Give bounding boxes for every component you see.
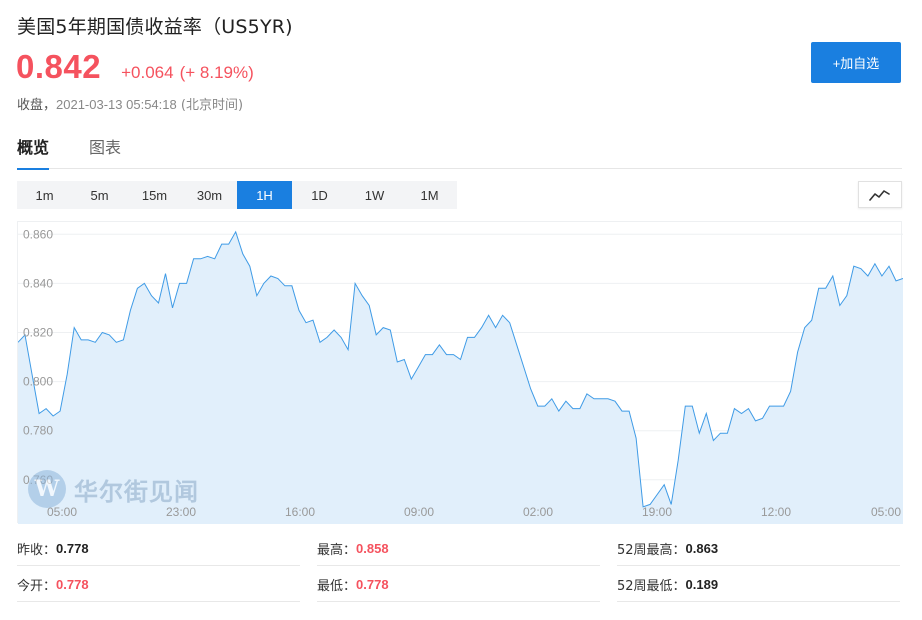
stat-52w-low: 52周最低： 0.189 (617, 568, 900, 602)
x-tick-label: 16:00 (285, 505, 315, 519)
period-1w[interactable]: 1W (347, 181, 402, 209)
stat-value: 0.778 (56, 541, 89, 556)
stat-label: 今开： (17, 579, 57, 594)
x-tick-label: 19:00 (642, 505, 672, 519)
stat-open: 今开： 0.778 (17, 568, 300, 602)
period-5m[interactable]: 5m (72, 181, 127, 209)
x-tick-label: 05:00 (871, 505, 901, 519)
stat-label: 52周最低： (617, 579, 686, 594)
timezone-label: (北京时间) (180, 98, 244, 113)
period-30m[interactable]: 30m (182, 181, 237, 209)
period-1h[interactable]: 1H (237, 181, 292, 209)
watermark-text: 华尔街见闻 (74, 476, 199, 506)
quote-row: 0.842 +0.064 (+ 8.19%) (16, 48, 254, 86)
current-price: 0.842 (16, 48, 102, 85)
x-tick-label: 09:00 (404, 505, 434, 519)
stat-value: 0.863 (685, 541, 719, 556)
period-1d[interactable]: 1D (292, 181, 347, 209)
period-selector: 1m 5m 15m 30m 1H 1D 1W 1M (17, 181, 457, 209)
stat-label: 昨收： (17, 543, 57, 558)
x-tick-label: 12:00 (761, 505, 791, 519)
stat-prev-close: 昨收： 0.778 (17, 532, 300, 566)
stat-label: 52周最高： (617, 543, 686, 558)
change-value: +0.064 (121, 63, 174, 82)
price-change: +0.064 (+ 8.19%) (121, 63, 254, 83)
stat-low: 最低： 0.778 (317, 568, 600, 602)
tab-chart[interactable]: 图表 (89, 134, 121, 169)
main-tabs: 概览 图表 (17, 134, 902, 170)
y-tick-label: 0.840 (23, 276, 53, 290)
y-tick-label: 0.860 (23, 227, 53, 241)
close-info: 收盘，2021-03-13 05:54:18 (北京时间) (17, 94, 243, 113)
stat-high: 最高： 0.858 (317, 532, 600, 566)
stat-value: 0.858 (356, 541, 389, 556)
close-time: 2021-03-13 05:54:18 (56, 97, 177, 112)
close-label: 收盘， (17, 98, 57, 113)
period-1m[interactable]: 1m (17, 181, 72, 209)
page-title: 美国5年期国债收益率（US5YR) (17, 16, 293, 38)
y-tick-label: 0.800 (23, 375, 53, 389)
y-tick-label: 0.780 (23, 424, 53, 438)
stat-value: 0.189 (685, 577, 719, 592)
stat-label: 最高： (317, 543, 357, 558)
watermark-logo-icon: W (28, 470, 66, 508)
stat-value: 0.778 (356, 577, 389, 592)
watermark: W 华尔街见闻 (28, 470, 199, 508)
add-watchlist-button[interactable]: +加自选 (811, 42, 901, 83)
x-tick-label: 02:00 (523, 505, 553, 519)
stat-52w-high: 52周最高： 0.863 (617, 532, 900, 566)
line-chart-icon (869, 189, 890, 201)
period-1mo[interactable]: 1M (402, 181, 457, 209)
chart-type-button[interactable] (858, 181, 902, 208)
stat-value: 0.778 (56, 577, 89, 592)
y-tick-label: 0.820 (23, 325, 53, 339)
stat-label: 最低： (317, 579, 357, 594)
tab-overview[interactable]: 概览 (17, 134, 50, 170)
change-percent: (+ 8.19%) (179, 63, 254, 82)
period-15m[interactable]: 15m (127, 181, 182, 209)
y-tick-label: 0.740 (23, 522, 53, 524)
